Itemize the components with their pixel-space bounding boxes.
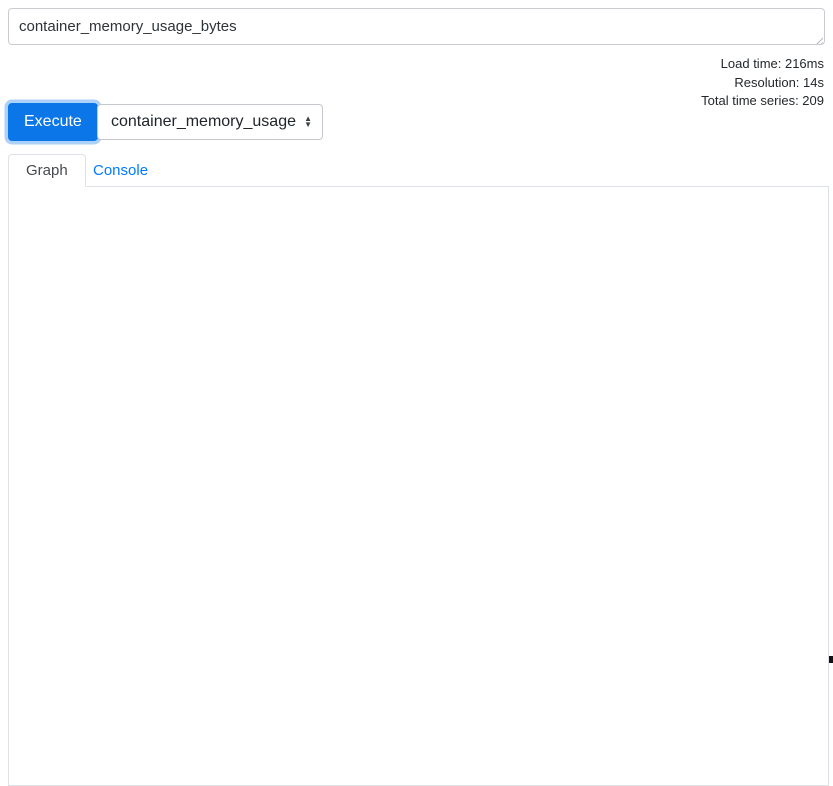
metric-select-value: container_memory_usage (111, 113, 298, 131)
execute-button[interactable]: Execute (8, 103, 98, 141)
graph-panel (8, 186, 829, 786)
tab-graph[interactable]: Graph (8, 154, 86, 187)
metric-select[interactable]: container_memory_usage ▲▼ (97, 104, 323, 140)
query-stats: Load time: 216ms Resolution: 14s Total t… (701, 55, 824, 111)
stat-resolution: Resolution: 14s (701, 74, 824, 93)
query-input[interactable]: container_memory_usage_bytes (8, 8, 825, 45)
select-updown-icon: ▲▼ (304, 116, 312, 129)
tab-console[interactable]: Console (76, 154, 165, 187)
stat-load-time: Load time: 216ms (701, 55, 824, 74)
stat-total-series: Total time series: 209 (701, 92, 824, 111)
